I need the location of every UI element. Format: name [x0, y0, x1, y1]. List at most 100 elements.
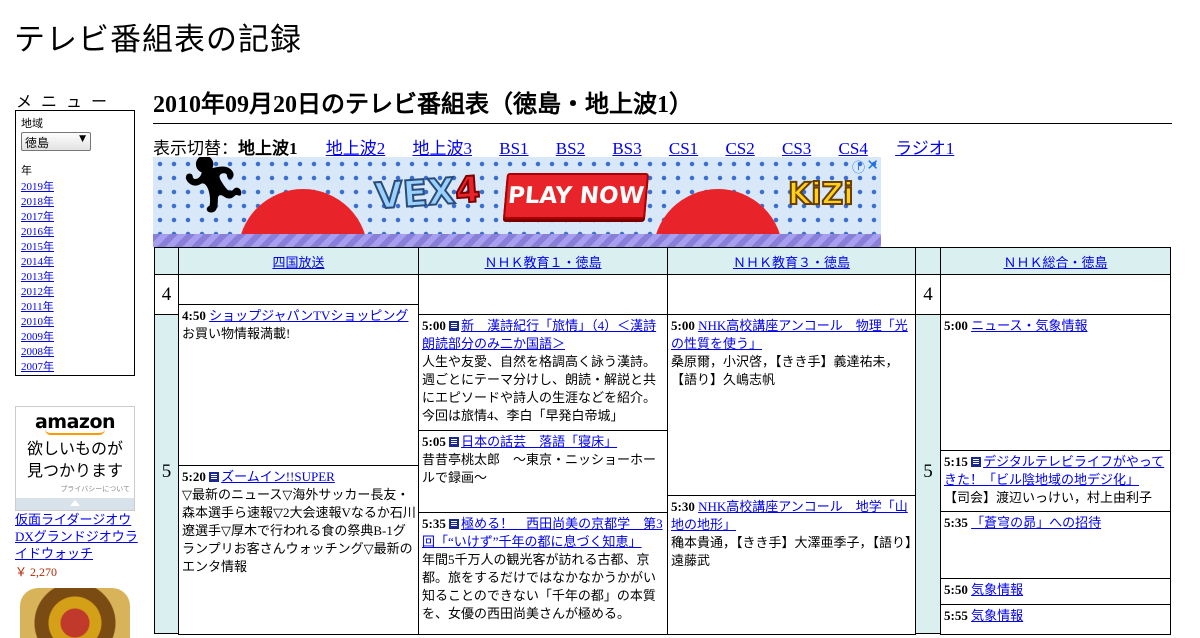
program-cell: 5:35 「蒼穹の昴」への招待 — [940, 511, 1171, 579]
runner-icon: 🏃︎ — [178, 157, 250, 216]
program-cell: 5:30 NHK高校講座アンコール 地学「山地の地形」 穐本貴通，【きき手】大澤… — [667, 495, 916, 635]
program-time: 5:05 — [422, 434, 446, 449]
program-description: お買い物情報満載! — [182, 326, 291, 341]
year-link[interactable]: 2014年 — [21, 256, 54, 268]
year-link[interactable]: 2011年 — [21, 301, 54, 313]
page-heading: 2010年09月20日のテレビ番組表（徳島・地上波1） — [153, 84, 1172, 124]
amazon-ad-copy-line: 欲しいものが — [26, 439, 123, 458]
hour-label: 4 — [923, 284, 933, 305]
program-title-link[interactable]: 日本の話芸 落語「寝床」 — [461, 434, 617, 449]
channel-header: 四国放送 — [178, 247, 419, 275]
channel-link[interactable]: 四国放送 — [272, 255, 324, 270]
program-title-link[interactable]: 気象情報 — [971, 582, 1023, 597]
program-title-link[interactable]: 「蒼穹の昴」への招待 — [971, 515, 1101, 530]
channel-link[interactable]: ＮＨＫ教育１・徳島 — [484, 255, 601, 270]
program-time: 4:50 — [182, 308, 206, 323]
program-time: 5:15 — [944, 454, 968, 469]
hour-label: 5 — [161, 461, 172, 482]
hour-cell: 5 — [915, 314, 941, 634]
program-cell: 5:55 気象情報 — [940, 604, 1171, 635]
play-now-button[interactable]: PLAY NOW — [502, 173, 650, 219]
year-label: 年 — [21, 164, 32, 177]
switch-link[interactable]: CS2 — [725, 139, 754, 158]
year-link[interactable]: 2013年 — [21, 271, 54, 283]
program-time: 5:00 — [422, 318, 446, 333]
program-cell: 5:15 デジタルテレビライフがやってきた！「ビル陰地域の地デジ化」 【司会】渡… — [940, 450, 1171, 512]
switch-link[interactable]: BS3 — [612, 139, 641, 158]
amazon-ad-bar[interactable] — [16, 498, 134, 510]
switch-link[interactable]: ラジオ1 — [895, 139, 954, 158]
program-time: 5:50 — [944, 582, 968, 597]
banner-decoration — [153, 234, 881, 247]
channel-link[interactable]: ＮＨＫ総合・徳島 — [1003, 255, 1107, 270]
program-time: 5:30 — [671, 499, 695, 514]
hour-cell: 4 — [915, 274, 941, 315]
banner-game-logo: VEX4 — [373, 168, 483, 218]
empty-slot — [940, 274, 1171, 315]
program-genre-icon — [209, 472, 220, 482]
year-link[interactable]: 2019年 — [21, 181, 54, 193]
banner-ad[interactable]: 🏃︎ VEX4 PLAY NOW KiZi ⓘ ✕ — [153, 157, 881, 247]
current-channel-set: 地上波1 — [238, 139, 298, 158]
close-icon[interactable]: ✕ — [866, 157, 879, 174]
year-link[interactable]: 2010年 — [21, 316, 54, 328]
year-link[interactable]: 2015年 — [21, 241, 54, 253]
banner-logo-number: 4 — [453, 168, 483, 213]
empty-slot — [418, 274, 668, 315]
year-link[interactable]: 2012年 — [21, 286, 54, 298]
sidebar-menu: 地域 徳島 ▼ 年 2019年 2018年 2017年 2016年 2015年 … — [15, 110, 135, 376]
switch-link[interactable]: CS1 — [669, 139, 698, 158]
product-price: ￥ 2,270 — [15, 565, 58, 579]
program-title-link[interactable]: NHK高校講座アンコール 物理「光の性質を使う」 — [671, 318, 908, 351]
program-time: 5:55 — [944, 608, 968, 623]
switch-link[interactable]: BS2 — [556, 139, 585, 158]
program-cell: 5:00 ニュース・気象情報 — [940, 314, 1171, 451]
switch-link[interactable]: CS3 — [782, 139, 811, 158]
banner-logo-text: VEX — [373, 170, 458, 218]
year-link[interactable]: 2008年 — [21, 346, 54, 358]
info-icon[interactable]: ⓘ — [852, 157, 865, 176]
program-cell: 4:50 ショップジャパンTVショッピング お買い物情報満載! — [178, 304, 419, 466]
region-label: 地域 — [21, 117, 43, 130]
banner-brand-logo: KiZi — [787, 176, 855, 213]
program-title-link[interactable]: ニュース・気象情報 — [971, 318, 1087, 333]
year-list: 2019年 2018年 2017年 2016年 2015年 2014年 2013… — [21, 180, 129, 375]
hour-column-header — [915, 247, 941, 275]
program-title-link[interactable]: ズームイン!!SUPER — [221, 469, 335, 484]
year-link[interactable]: 2017年 — [21, 211, 54, 223]
menu-title: メニュー — [16, 92, 117, 111]
amazon-ad[interactable]: amazon 欲しいものが 見つかります プライバシーについて — [15, 406, 135, 511]
program-title-link[interactable]: ショップジャパンTVショッピング — [209, 308, 408, 323]
switch-link[interactable]: 地上波3 — [413, 139, 473, 158]
empty-slot — [178, 274, 419, 305]
program-time: 5:35 — [944, 515, 968, 530]
program-description: 昔昔亭桃太郎 ～東京・ニッショーホールで録画～ — [422, 452, 657, 485]
amazon-ad-copy: 欲しいものが 見つかります — [16, 438, 134, 482]
hour-cell: 4 — [154, 274, 179, 315]
switch-link[interactable]: 地上波2 — [326, 139, 386, 158]
product-image[interactable] — [20, 588, 130, 638]
program-cell: 5:00 NHK高校講座アンコール 物理「光の性質を使う」 桑原爾，小沢啓，【き… — [667, 314, 916, 496]
program-description: 穐本貴通，【きき手】大澤亜季子，【語り】遠藤武 — [671, 535, 912, 568]
program-description: 【司会】渡辺いっけい，村上由利子 — [944, 490, 1153, 505]
region-select[interactable]: 徳島 ▼ — [21, 132, 91, 151]
amazon-privacy-link[interactable]: プライバシーについて — [16, 484, 134, 494]
year-link[interactable]: 2018年 — [21, 196, 54, 208]
product-link[interactable]: 仮面ライダージオウ DXグランドジオウライドウォッチ — [15, 511, 140, 562]
year-link[interactable]: 2007年 — [21, 361, 54, 373]
program-cell: 5:00 新 漢詩紀行「旅情」（4）＜漢詩朗読部分のみ二か国語＞ 人生や友愛、自… — [418, 314, 668, 431]
program-cell: 5:35 極める！ 西田尚美の京都学 第3回「“いけず”千年の都に息づく知恵」 … — [418, 512, 668, 635]
program-cell: 5:05 日本の話芸 落語「寝床」 昔昔亭桃太郎 ～東京・ニッショーホールで録画… — [418, 430, 668, 513]
program-title-link[interactable]: 気象情報 — [971, 608, 1023, 623]
program-title-link[interactable]: NHK高校講座アンコール 地学「山地の地形」 — [671, 499, 908, 532]
program-genre-icon — [449, 437, 460, 447]
hour-label: 4 — [161, 284, 172, 305]
program-cell: 5:20 ズームイン!!SUPER ▽最新のニュース▽海外サッカー長友・森本選手… — [178, 465, 419, 635]
switch-link[interactable]: CS4 — [839, 139, 868, 158]
year-link[interactable]: 2009年 — [21, 331, 54, 343]
switch-link[interactable]: BS1 — [499, 139, 528, 158]
hour-column-header — [154, 247, 179, 275]
channel-link[interactable]: ＮＨＫ教育３・徳島 — [733, 255, 850, 270]
program-genre-icon — [971, 457, 982, 467]
year-link[interactable]: 2016年 — [21, 226, 54, 238]
